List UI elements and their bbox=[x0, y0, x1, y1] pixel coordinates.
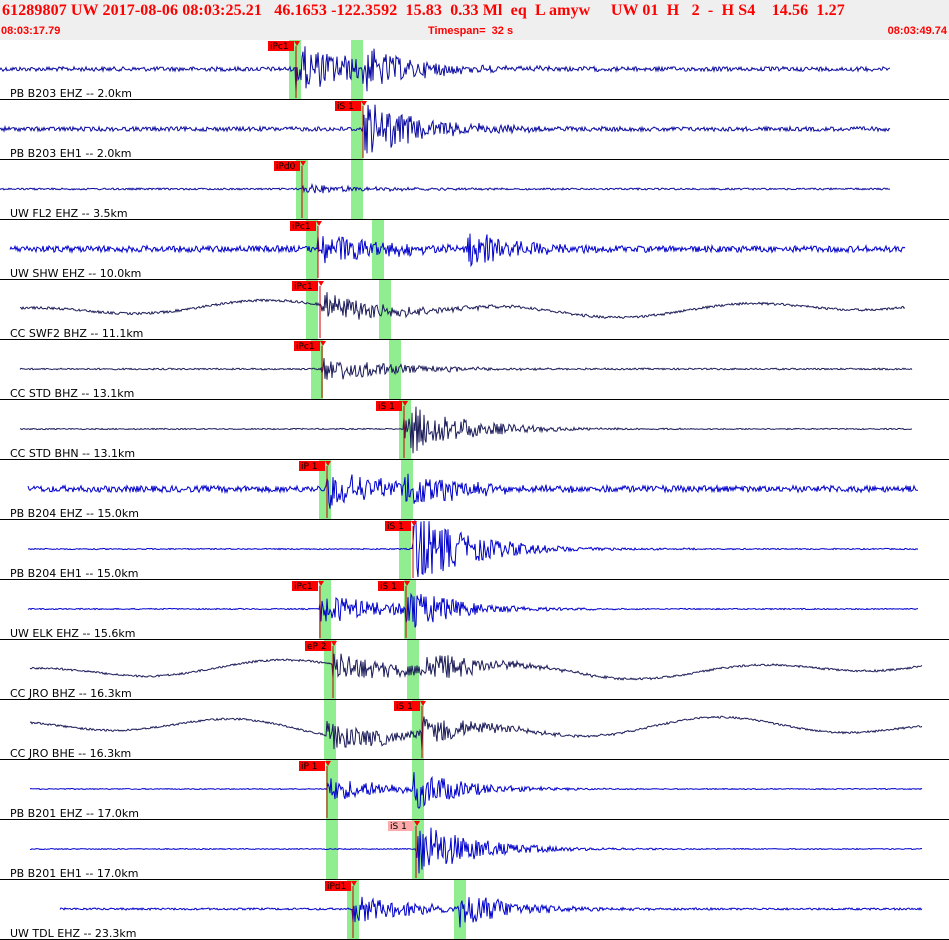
trace-row[interactable]: iS 1 CC JRO BHE -- 16.3km bbox=[0, 700, 949, 760]
waveform bbox=[29, 653, 923, 681]
trace-label: CC STD BHN -- 13.1km bbox=[10, 447, 135, 460]
trace-label: UW FL2 EHZ -- 3.5km bbox=[10, 207, 128, 220]
trace-row[interactable]: iS 1 CC STD BHN -- 13.1km bbox=[0, 400, 949, 460]
waveform bbox=[19, 357, 913, 380]
trace-label: CC SWF2 BHZ -- 11.1km bbox=[10, 327, 143, 340]
seismogram-panel[interactable]: iPc1 PB B203 EHZ -- 2.0km iS 1 PB B203 EH1 … bbox=[0, 40, 949, 940]
waveform bbox=[59, 896, 923, 928]
pick-label: iPc1 bbox=[294, 582, 313, 592]
trace-label: CC JRO BHE -- 16.3km bbox=[10, 747, 131, 760]
timespan-label: Timespan= 32 s bbox=[428, 25, 514, 37]
pick-label: eP 2 bbox=[307, 642, 327, 652]
pick-label: iS 1 bbox=[380, 582, 397, 592]
pick-label: iPc1 bbox=[296, 342, 315, 352]
trace-row[interactable]: iPc1 UW SHW EHZ -- 10.0km bbox=[0, 220, 949, 280]
trace-label: CC JRO BHZ -- 16.3km bbox=[10, 687, 132, 700]
waveform bbox=[0, 182, 891, 194]
trace-row[interactable]: iP 1 PB B201 EHZ -- 17.0km bbox=[0, 760, 949, 820]
waveform bbox=[19, 406, 913, 454]
trace-label: CC STD BHZ -- 13.1km bbox=[10, 387, 134, 400]
trace-row[interactable]: iPc1 PB B203 EHZ -- 2.0km bbox=[0, 40, 949, 100]
trace-row[interactable]: iP 1 PB B204 EHZ -- 15.0km bbox=[0, 460, 949, 520]
trace-row[interactable]: iPc1 iS 1 UW ELK EHZ -- 15.6km bbox=[0, 580, 949, 640]
pick-label: iPd1 bbox=[327, 882, 346, 892]
trace-label: PB B201 EHZ -- 17.0km bbox=[10, 807, 139, 820]
waveform bbox=[29, 827, 923, 874]
trace-row[interactable]: iS 1 PB B204 EH1 -- 15.0km bbox=[0, 519, 949, 580]
trace-row[interactable]: iPc1 CC SWF2 BHZ -- 11.1km bbox=[0, 280, 949, 340]
trace-label: PB B201 EH1 -- 17.0km bbox=[10, 867, 138, 880]
start-time: 08:03:17.79 bbox=[1, 25, 61, 37]
waveform bbox=[27, 519, 919, 578]
waveform bbox=[9, 233, 906, 268]
event-title: 61289807 UW 2017-08-06 08:03:25.21 46.16… bbox=[2, 2, 845, 19]
pick-label: iS 1 bbox=[396, 702, 413, 712]
trace-label: UW SHW EHZ -- 10.0km bbox=[10, 267, 141, 280]
trace-row[interactable]: iPc1 CC STD BHZ -- 13.1km bbox=[0, 340, 949, 400]
trace-label: PB B203 EHZ -- 2.0km bbox=[10, 87, 132, 100]
pick-label: iPc1 bbox=[294, 282, 313, 292]
pick-window bbox=[326, 820, 338, 880]
pick-label: iP 1 bbox=[301, 762, 318, 772]
trace-label: PB B204 EH1 -- 15.0km bbox=[10, 567, 138, 580]
event-header: 61289807 UW 2017-08-06 08:03:25.21 46.16… bbox=[0, 0, 949, 40]
pick-window bbox=[324, 700, 336, 760]
pick-label: iPd0 bbox=[276, 162, 296, 172]
waveform bbox=[29, 772, 923, 809]
waveform bbox=[0, 104, 891, 154]
trace-row[interactable]: iS 1 PB B201 EH1 -- 17.0km bbox=[0, 820, 949, 880]
trace-label: UW TDL EHZ -- 23.3km bbox=[10, 927, 137, 940]
end-time: 08:03:49.74 bbox=[887, 25, 947, 37]
trace-row[interactable]: eP 2 CC JRO BHZ -- 16.3km bbox=[0, 640, 949, 700]
trace-label: PB B204 EHZ -- 15.0km bbox=[10, 507, 139, 520]
trace-label: UW ELK EHZ -- 15.6km bbox=[10, 627, 135, 640]
pick-label: iPc1 bbox=[270, 42, 289, 52]
trace-row[interactable]: iS 1 PB B203 EH1 -- 2.0km bbox=[0, 100, 949, 160]
pick-label: iS 1 bbox=[337, 102, 354, 112]
waveform bbox=[27, 473, 919, 509]
waveform bbox=[29, 715, 923, 752]
waveform bbox=[0, 46, 891, 92]
pick-label: iP 1 bbox=[301, 462, 318, 472]
pick-label: iS 1 bbox=[390, 822, 407, 832]
waveform bbox=[27, 592, 919, 628]
pick-label: iS 1 bbox=[387, 522, 404, 532]
waveform bbox=[20, 292, 906, 320]
pick-label: iS 1 bbox=[378, 402, 395, 412]
pick-label: iPc1 bbox=[292, 222, 311, 232]
trace-row[interactable]: iPd0 UW FL2 EHZ -- 3.5km bbox=[0, 160, 949, 220]
trace-label: PB B203 EH1 -- 2.0km bbox=[10, 147, 131, 160]
trace-row[interactable]: iPd1 UW TDL EHZ -- 23.3km bbox=[0, 880, 949, 940]
